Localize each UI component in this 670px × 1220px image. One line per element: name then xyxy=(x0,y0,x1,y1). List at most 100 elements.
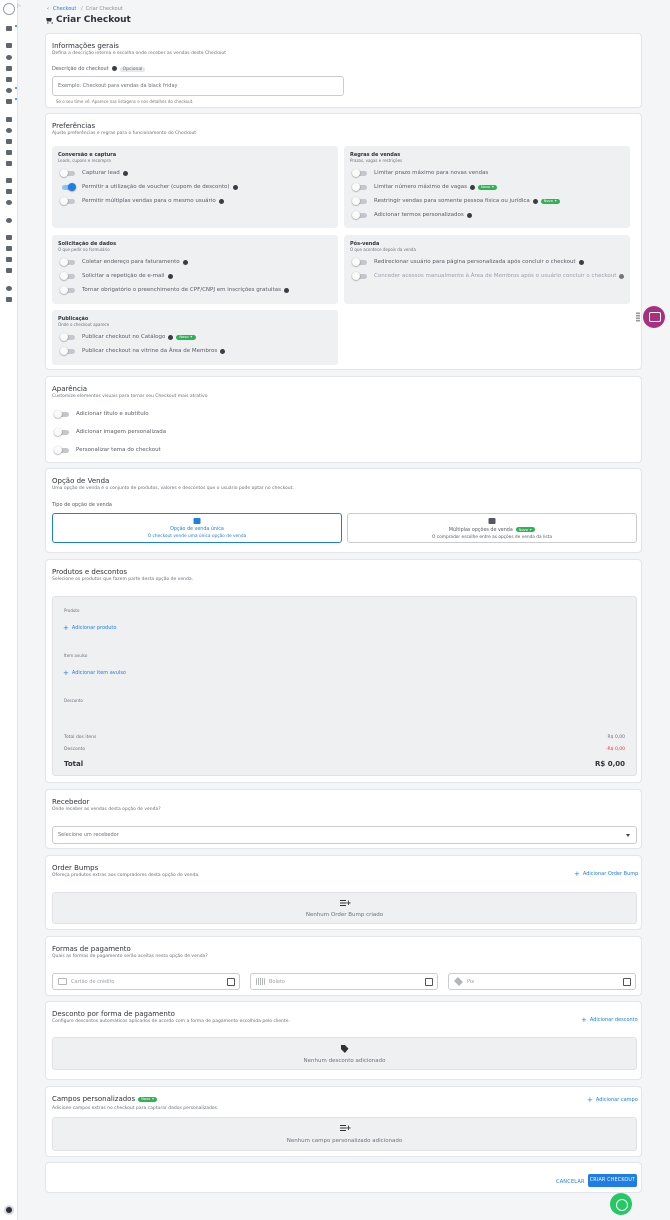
add-order-bump-button[interactable]: + Adicionar Order Bump xyxy=(574,870,638,878)
payment-boleto[interactable]: Boleto xyxy=(250,973,438,990)
create-checkout-button[interactable]: CRIAR CHECKOUT xyxy=(588,1174,637,1187)
switch[interactable] xyxy=(352,258,367,266)
sale-option-multiple[interactable]: Múltiplas opções de venda Novo ✦ O compra… xyxy=(347,513,637,543)
toggle-custom-theme[interactable]: Personalizar tema do checkout xyxy=(54,446,161,454)
sidebar-icon-reports[interactable] xyxy=(6,161,12,166)
switch[interactable] xyxy=(54,446,69,454)
sidebar-icon-school[interactable] xyxy=(6,246,12,251)
toggle-publish-catalog[interactable]: Publicar checkout no Catálogo Novo ✦ xyxy=(60,333,196,341)
info-icon[interactable] xyxy=(167,273,173,279)
switch[interactable] xyxy=(352,183,367,191)
checkbox[interactable] xyxy=(227,978,235,986)
toggle-limit-seats[interactable]: Limitar número máximo de vagas Novo ✦ xyxy=(352,183,498,191)
switch[interactable] xyxy=(60,169,75,177)
sidebar-icon-notifications[interactable] xyxy=(6,218,12,223)
logo-icon[interactable] xyxy=(3,3,15,15)
info-icon[interactable] xyxy=(182,259,188,265)
sidebar-icon-files[interactable] xyxy=(6,178,12,183)
toggle-publish-members-showcase[interactable]: Publicar checkout na vitrine da Área de … xyxy=(60,347,226,355)
info-icon[interactable] xyxy=(469,184,475,190)
switch[interactable] xyxy=(352,169,367,177)
payment-pix[interactable]: Pix xyxy=(448,973,636,990)
switch[interactable] xyxy=(60,286,75,294)
add-discount-button[interactable]: + Adicionar desconto xyxy=(581,1016,638,1024)
info-icon[interactable] xyxy=(578,259,584,265)
sidebar-icon-documents[interactable] xyxy=(6,77,12,82)
switch[interactable] xyxy=(60,333,75,341)
breadcrumb-checkout-link[interactable]: Checkout xyxy=(53,6,76,12)
switch[interactable] xyxy=(60,197,75,205)
toggle-repeat-email[interactable]: Solicitar a repetição de e-mail xyxy=(60,272,173,280)
add-product-button[interactable]: + Adicionar produto xyxy=(63,624,116,632)
receiver-select[interactable]: Selecione um recebedor xyxy=(52,826,637,844)
toggle-capture-lead[interactable]: Capturar lead xyxy=(60,169,128,177)
toggle-require-cpf[interactable]: Tornar obrigatório o preenchimento de CP… xyxy=(60,286,289,294)
drag-handle-icon[interactable] xyxy=(636,312,640,322)
sidebar-icon-stack[interactable] xyxy=(6,99,12,104)
info-icon[interactable] xyxy=(619,273,625,279)
sidebar-icon-store[interactable] xyxy=(6,235,12,240)
add-addon-button[interactable]: + Adicionar item avulso xyxy=(63,669,126,677)
sidebar-icon-logout[interactable] xyxy=(6,297,12,302)
toggle-billing-address[interactable]: Coletar endereço para faturamento xyxy=(60,258,188,266)
info-icon[interactable] xyxy=(218,198,224,204)
sidebar-icon-dashboard[interactable] xyxy=(6,26,12,31)
switch[interactable] xyxy=(54,410,69,418)
description-input[interactable]: Exemplo: Checkout para vendas da black f… xyxy=(52,76,344,96)
switch[interactable] xyxy=(54,428,69,436)
collapse-icon[interactable]: ▷ xyxy=(17,3,21,9)
sidebar-icon-integrations[interactable] xyxy=(6,200,12,205)
toggle-allow-voucher[interactable]: Permitir a utilização de voucher (cupom … xyxy=(62,183,238,191)
user-avatar[interactable] xyxy=(4,1205,14,1215)
toggle-redirect-page[interactable]: Redirecionar usuário para página persona… xyxy=(352,258,584,266)
toggle-custom-image[interactable]: Adicionar imagem personalizada xyxy=(54,428,166,436)
sidebar-icon-finance[interactable] xyxy=(6,117,12,122)
toggle-multiple-sales[interactable]: Permitir múltiplas vendas para o mesmo u… xyxy=(60,197,224,205)
sidebar-icon-products[interactable] xyxy=(6,43,12,48)
conversion-group: Conversão e captura Leads, cupons e reco… xyxy=(52,146,338,228)
toggle-title-subtitle[interactable]: Adicionar título e subtítulo xyxy=(54,410,149,418)
switch[interactable] xyxy=(60,272,75,280)
add-field-button[interactable]: + Adicionar campo xyxy=(587,1096,638,1104)
info-icon[interactable] xyxy=(220,348,226,354)
info-icon[interactable] xyxy=(111,66,117,71)
sidebar-icon-sales[interactable] xyxy=(6,139,12,144)
chat-support-button[interactable] xyxy=(643,306,665,328)
plus-icon: + xyxy=(63,624,69,632)
switch-on[interactable] xyxy=(62,183,76,191)
switch[interactable] xyxy=(60,347,75,355)
sidebar-icon-affiliates[interactable] xyxy=(6,128,12,133)
switch[interactable] xyxy=(352,211,367,219)
toggle-custom-terms[interactable]: Adicionar termos personalizados xyxy=(352,211,472,219)
checkbox[interactable] xyxy=(623,978,631,986)
sidebar-icon-invoice[interactable] xyxy=(6,268,12,273)
info-icon[interactable] xyxy=(122,170,128,176)
toggle-limit-deadline[interactable]: Limitar prazo máximo para novas vendas xyxy=(352,169,488,177)
info-icon[interactable] xyxy=(283,287,289,293)
switch[interactable] xyxy=(60,258,75,266)
sidebar-icon-settings[interactable] xyxy=(6,286,12,291)
badge-text: Novo xyxy=(480,185,491,189)
group-subtitle: O que acontece depois da venda xyxy=(350,247,416,252)
section-subtitle: Uma opção de venda é o conjunto de produ… xyxy=(52,486,294,491)
checkbox[interactable] xyxy=(425,978,433,986)
sidebar-icon-members[interactable] xyxy=(6,189,12,194)
sidebar-icon-checkout-cart[interactable] xyxy=(6,150,12,155)
info-icon[interactable] xyxy=(532,198,538,204)
payment-credit-card[interactable]: Cartão de crédito xyxy=(52,973,240,990)
whatsapp-button[interactable] xyxy=(610,1193,632,1215)
cancel-button[interactable]: CANCELAR xyxy=(556,1179,585,1185)
sidebar-icon-users[interactable] xyxy=(6,55,12,60)
back-chevron-icon[interactable]: ‹ xyxy=(47,6,49,12)
toggle-label: Capturar lead xyxy=(82,170,120,176)
plus-icon: + xyxy=(581,1016,587,1024)
info-icon[interactable] xyxy=(466,212,472,218)
sidebar-icon-globe[interactable] xyxy=(6,88,12,93)
switch[interactable] xyxy=(352,197,367,205)
sidebar-icon-bank[interactable] xyxy=(6,257,12,262)
toggle-restrict-person-type[interactable]: Restringir vendas para somente pessoa fí… xyxy=(352,197,561,205)
info-icon[interactable] xyxy=(232,184,238,190)
sidebar-icon-courses[interactable] xyxy=(6,66,12,71)
sale-option-single[interactable]: Opção de venda única O checkout vende um… xyxy=(52,513,342,543)
info-icon[interactable] xyxy=(168,334,174,340)
